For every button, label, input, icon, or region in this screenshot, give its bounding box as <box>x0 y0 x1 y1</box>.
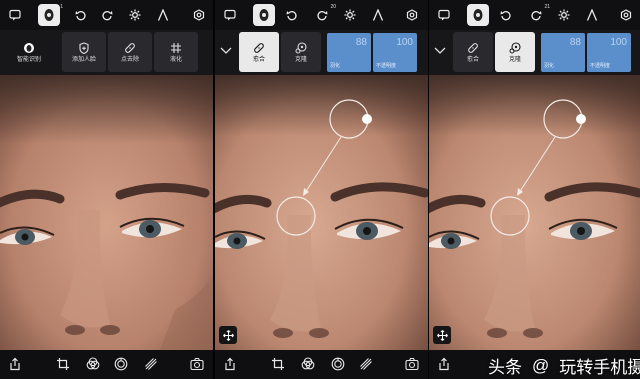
tool-label: 液化 <box>169 56 182 63</box>
tool-row: 愈合 克隆 88 羽化 100 不透明度 <box>429 30 640 75</box>
face-scan-icon <box>24 42 34 53</box>
opacity-slider[interactable]: 100 不透明度 <box>373 33 417 72</box>
settings-icon[interactable] <box>401 4 423 26</box>
bandage-icon <box>125 42 135 53</box>
tool-label: 点去除 <box>120 56 139 63</box>
top-toolbar: 20 <box>215 0 428 30</box>
filter-icon[interactable] <box>301 357 315 371</box>
tool-heal[interactable]: 愈合 <box>239 32 279 72</box>
tool-label: 愈合 <box>252 56 265 63</box>
tool-label: 智能识别 <box>16 56 41 63</box>
bandage-icon <box>468 42 478 53</box>
message-icon[interactable] <box>433 4 455 26</box>
watermark-name: 玩转手机摄影 <box>559 358 640 377</box>
panel-face-tools: 1 智能识别 添加人脸 点去除 液化 <box>0 0 213 379</box>
app-screenshot-collage: 1 智能识别 添加人脸 点去除 液化 20 愈合 克隆 88 羽化 100 不透… <box>0 0 640 379</box>
camera-icon[interactable] <box>405 357 419 371</box>
tool-spot-removal[interactable]: 点去除 <box>108 32 152 72</box>
tool-add-face[interactable]: 添加人脸 <box>62 32 106 72</box>
tool-label: 添加人脸 <box>71 56 96 63</box>
bottom-toolbar <box>215 350 428 379</box>
tool-label: 克隆 <box>508 56 521 63</box>
gear-icon[interactable] <box>553 4 575 26</box>
face-mask-icon[interactable] <box>253 4 275 26</box>
gear-icon[interactable] <box>339 4 361 26</box>
clone-stamp-icon <box>509 41 521 53</box>
tool-clone[interactable]: 克隆 <box>281 32 321 72</box>
tool-clone[interactable]: 克隆 <box>495 32 535 72</box>
panel-heal-clone: 20 愈合 克隆 88 羽化 100 不透明度 <box>214 0 428 379</box>
redo-badge: 21 <box>544 4 550 10</box>
brush-icon[interactable] <box>144 357 158 371</box>
tool-smart-detect[interactable]: 智能识别 <box>6 32 52 72</box>
feather-slider[interactable]: 88 羽化 <box>541 33 585 72</box>
watermark-prefix: 头条 <box>488 358 522 377</box>
move-icon[interactable] <box>219 326 237 344</box>
healing-icon[interactable] <box>331 357 345 371</box>
redo-icon[interactable]: 21 <box>525 4 550 26</box>
add-face-icon <box>79 41 89 54</box>
export-icon[interactable] <box>8 357 22 371</box>
slider-label: 羽化 <box>544 63 555 69</box>
slider-label: 羽化 <box>330 63 341 69</box>
redo-icon[interactable]: 20 <box>311 4 336 26</box>
settings-icon[interactable] <box>615 4 637 26</box>
slider-value: 100 <box>610 37 627 48</box>
tool-liquify[interactable]: 液化 <box>154 32 198 72</box>
top-toolbar: 1 <box>0 0 213 30</box>
grid-icon <box>171 42 181 53</box>
slider-value: 88 <box>355 37 367 48</box>
bandage-icon <box>254 42 264 53</box>
clone-source-handle[interactable] <box>362 114 372 124</box>
text-icon[interactable] <box>367 4 389 26</box>
message-icon[interactable] <box>219 4 241 26</box>
slider-label: 不透明度 <box>590 63 611 69</box>
slider-label: 不透明度 <box>376 63 397 69</box>
face-photo <box>215 75 428 350</box>
clone-source-handle[interactable] <box>576 114 586 124</box>
feather-slider[interactable]: 88 羽化 <box>327 33 371 72</box>
undo-icon[interactable] <box>70 4 92 26</box>
camera-icon[interactable] <box>190 357 204 371</box>
settings-icon[interactable] <box>188 4 210 26</box>
undo-icon[interactable] <box>281 4 303 26</box>
face-photo <box>0 75 213 350</box>
move-icon[interactable] <box>433 326 451 344</box>
chevron-down-icon[interactable] <box>220 46 232 56</box>
redo-icon[interactable] <box>96 4 118 26</box>
redo-badge: 20 <box>330 4 336 10</box>
tool-label: 克隆 <box>294 56 307 63</box>
message-icon[interactable] <box>4 4 26 26</box>
clone-stamp-icon <box>295 41 307 53</box>
text-icon[interactable] <box>581 4 603 26</box>
tool-heal[interactable]: 愈合 <box>453 32 493 72</box>
face-mask-badge: 1 <box>60 4 63 10</box>
gear-icon[interactable] <box>124 4 146 26</box>
crop-icon[interactable] <box>56 357 70 371</box>
healing-icon[interactable] <box>114 357 128 371</box>
text-icon[interactable] <box>152 4 174 26</box>
crop-icon[interactable] <box>271 357 285 371</box>
watermark: 头条 @ 玩转手机摄影 <box>488 353 640 378</box>
tool-label: 愈合 <box>466 56 479 63</box>
face-mask-icon[interactable] <box>467 4 489 26</box>
tool-row: 愈合 克隆 88 羽化 100 不透明度 <box>215 30 428 75</box>
undo-icon[interactable] <box>495 4 517 26</box>
export-icon[interactable] <box>437 357 451 371</box>
export-icon[interactable] <box>223 357 237 371</box>
slider-value: 88 <box>569 37 581 48</box>
tool-row: 智能识别 添加人脸 点去除 液化 <box>0 30 213 75</box>
opacity-slider[interactable]: 100 不透明度 <box>587 33 631 72</box>
face-photo <box>429 75 640 350</box>
chevron-down-icon[interactable] <box>434 46 446 56</box>
filter-icon[interactable] <box>86 357 100 371</box>
top-toolbar: 21 <box>429 0 640 30</box>
face-mask-icon[interactable]: 1 <box>38 4 63 26</box>
panel-clone-active: 21 愈合 克隆 88 羽化 100 不透明度 <box>428 0 640 379</box>
brush-icon[interactable] <box>359 357 373 371</box>
watermark-at: @ <box>532 355 550 375</box>
bottom-toolbar <box>0 350 213 379</box>
slider-value: 100 <box>396 37 413 48</box>
